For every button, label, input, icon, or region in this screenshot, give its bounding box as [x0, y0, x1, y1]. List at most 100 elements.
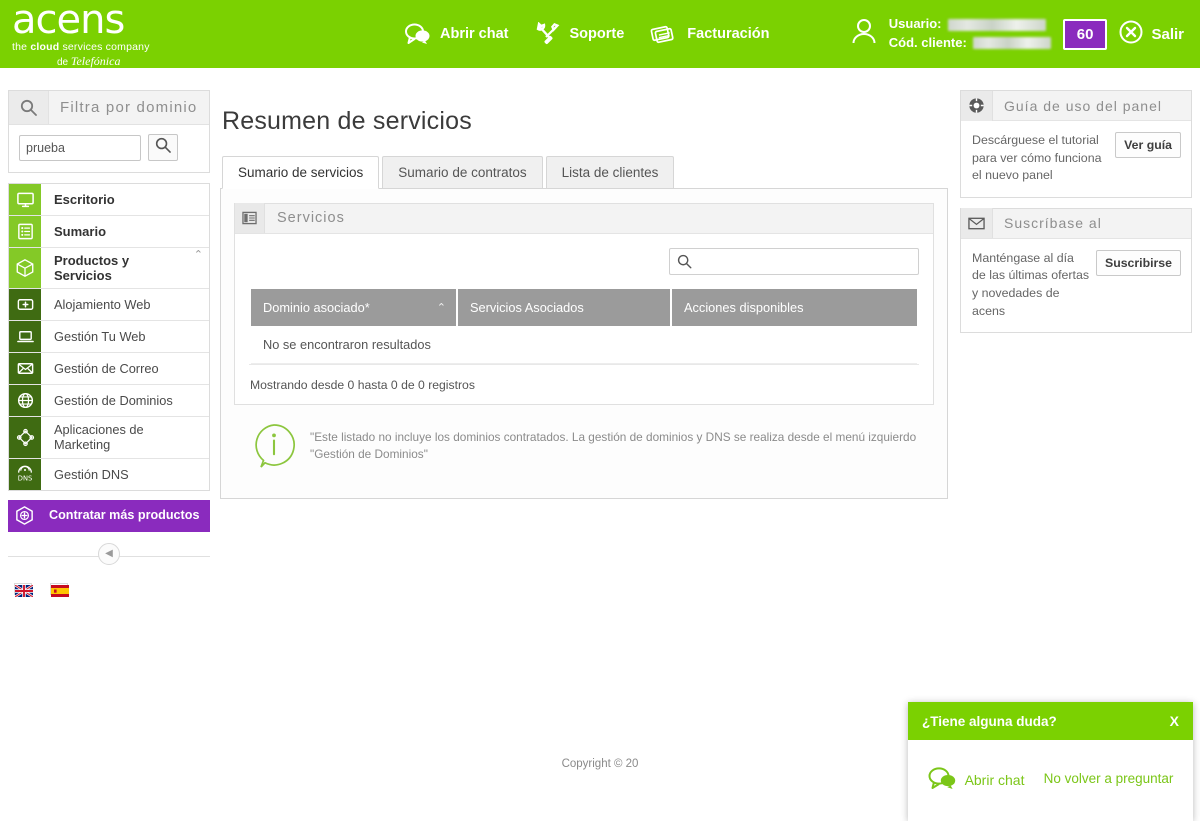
column-header-servicios-asociados[interactable]: Servicios Asociados [458, 288, 670, 326]
top-header: acens the cloud services company de Tele… [0, 0, 1200, 70]
column-header-acciones-disponibles[interactable]: Acciones disponibles [672, 288, 917, 326]
hexagon-plus-icon [8, 500, 41, 532]
tabs: Sumario de servicios Sumario de contrato… [220, 155, 948, 189]
contratar-mas-productos-button[interactable]: Contratar más productos [8, 499, 210, 532]
sidebar-item-productos-y-servicios[interactable]: Productos y Servicios ⌃ [9, 247, 209, 288]
suscribirse-button[interactable]: Suscribirse [1096, 249, 1181, 276]
chat-icon [405, 23, 431, 45]
header-nav-abrir-chat[interactable]: Abrir chat [405, 23, 509, 45]
tab-sumario-de-servicios[interactable]: Sumario de servicios [222, 155, 380, 189]
user-value-redacted [947, 18, 1046, 31]
page-title: Resumen de servicios [222, 106, 472, 135]
table-showing-info: Mostrando desde 0 hasta 0 de 0 registros [250, 377, 475, 392]
header-nav-facturacion[interactable]: Facturación [650, 23, 769, 45]
logo-tagline: the cloud services company [12, 41, 150, 54]
user-label: Usuario: [888, 16, 942, 32]
sort-caret-icon: ⌃ [436, 301, 446, 314]
contratar-label: Contratar más productos [49, 508, 200, 523]
logout-label: Salir [1151, 25, 1184, 43]
dns-icon: DNS [9, 458, 42, 490]
main-content: Resumen de servicios Sumario de servicio… [220, 68, 948, 499]
chat-icon [928, 766, 958, 793]
chat-popup-open-chat-button[interactable]: Abrir chat [928, 766, 1025, 793]
client-code-value-redacted [972, 37, 1051, 50]
envelope-icon [9, 353, 42, 384]
sidebar-item-label: Gestión de Correo [54, 360, 159, 376]
list-icon [9, 216, 42, 247]
sidebar-item-gestion-de-correo[interactable]: Gestión de Correo [9, 352, 209, 384]
header-nav-label: Soporte [569, 26, 625, 42]
domain-filter-search-button[interactable] [148, 134, 178, 161]
servicios-card-title: Servicios [277, 210, 345, 227]
table-search-input[interactable] [669, 247, 919, 275]
ver-guia-button[interactable]: Ver guía [1115, 132, 1181, 158]
logo-wordmark: acens [12, 0, 125, 44]
close-circle-icon [1119, 20, 1143, 48]
column-header-dominio-asociado[interactable]: Dominio asociado* ⌃ [251, 288, 456, 326]
flag-spain[interactable] [50, 582, 69, 597]
right-sidebar: Guía de uso del panel Descárguese el tut… [960, 90, 1192, 343]
language-flags [8, 582, 210, 598]
info-note: "Este listado no incluye los dominios co… [234, 405, 934, 482]
domain-filter-header: Filtra por dominio [9, 91, 209, 125]
header-user-area: Usuario: Cód. cliente: 60 Salir [851, 15, 1200, 53]
sidebar-item-gestion-tu-web[interactable]: Gestión Tu Web [9, 320, 209, 352]
search-icon [155, 137, 171, 158]
table-icon [235, 203, 265, 234]
flag-uk[interactable] [14, 582, 34, 598]
table-empty-row: No se encontraron resultados [251, 325, 917, 364]
table-search-area [249, 247, 919, 275]
guia-panel-text: Descárguese el tutorial para ver cómo fu… [972, 133, 1102, 183]
svg-text:DNS: DNS [18, 475, 32, 483]
sidebar-item-aplicaciones-de-marketing[interactable]: Aplicaciones de Marketing [9, 416, 209, 458]
domain-filter-box: Filtra por dominio [8, 90, 210, 173]
sidebar-item-gestion-dns[interactable]: DNS Gestión DNS [9, 457, 209, 490]
chat-popup-body: Abrir chat No volver a preguntar [908, 740, 1193, 821]
session-timer-badge[interactable]: 60 [1062, 18, 1108, 50]
servicios-card-header: Servicios [235, 203, 933, 234]
logo-telefonica: de Telefónica [57, 53, 121, 70]
guia-panel-title: Guía de uso del panel [1004, 97, 1162, 114]
chevron-up-icon[interactable]: ⌃ [194, 248, 209, 288]
header-nav: Abrir chat Soporte Facturación [405, 22, 769, 46]
chat-popup-title: ¿Tiene alguna duda? [922, 713, 1057, 729]
user-avatar-icon [851, 17, 877, 52]
sidebar-item-gestion-de-dominios[interactable]: Gestión de Dominios [9, 384, 209, 416]
globe-icon [9, 385, 42, 416]
sidebar-collapse-row: ◀ [8, 542, 210, 569]
services-table: Dominio asociado* ⌃ Servicios Asociados … [249, 288, 919, 364]
user-info: Usuario: Cód. cliente: [889, 15, 1051, 53]
chat-popup: ¿Tiene alguna duda? X Abrir chat No volv… [908, 702, 1193, 821]
sidebar-item-label: Alojamiento Web [54, 296, 151, 312]
sidebar-item-alojamiento-web[interactable]: Alojamiento Web [9, 288, 209, 320]
table-header-row: Dominio asociado* ⌃ Servicios Asociados … [251, 288, 917, 326]
guia-panel-header: Guía de uso del panel [961, 90, 1191, 121]
guia-panel: Guía de uso del panel Descárguese el tut… [960, 90, 1192, 198]
chat-popup-never-ask-button[interactable]: No volver a preguntar [1044, 771, 1174, 787]
info-icon [252, 423, 296, 474]
help-circle-icon [961, 90, 993, 121]
guia-panel-body: Descárguese el tutorial para ver cómo fu… [961, 121, 1191, 197]
table-empty-message: No se encontraron resultados [251, 325, 917, 364]
sidebar-menu: Escritorio Sumario Productos y Servicios… [8, 183, 210, 491]
header-nav-soporte[interactable]: Soporte [535, 22, 625, 46]
logout-button[interactable]: Salir [1119, 20, 1184, 48]
suscribase-panel-body: Manténgase al día de las últimas ofertas… [961, 239, 1191, 332]
suscribase-panel-header: Suscríbase al [961, 208, 1191, 239]
network-icon [9, 417, 42, 458]
info-note-text: "Este listado no incluye los dominios co… [310, 429, 917, 461]
chat-popup-header: ¿Tiene alguna duda? X [908, 702, 1193, 740]
domain-filter-input[interactable] [19, 134, 141, 161]
header-nav-label: Abrir chat [440, 26, 509, 42]
sidebar-item-sumario[interactable]: Sumario [9, 215, 209, 247]
acens-logo[interactable]: acens the cloud services company de Tele… [0, 0, 200, 70]
close-icon[interactable]: X [1170, 713, 1179, 729]
chevron-left-icon[interactable]: ◀ [98, 542, 120, 565]
servicios-card-body: Dominio asociado* ⌃ Servicios Asociados … [235, 233, 933, 404]
tab-lista-de-clientes[interactable]: Lista de clientes [545, 155, 675, 188]
laptop-icon [9, 321, 42, 352]
sidebar-item-escritorio[interactable]: Escritorio [9, 183, 209, 215]
chat-popup-open-chat-label: Abrir chat [964, 771, 1025, 788]
monitor-icon [9, 184, 42, 215]
tab-sumario-de-contratos[interactable]: Sumario de contratos [382, 155, 543, 188]
